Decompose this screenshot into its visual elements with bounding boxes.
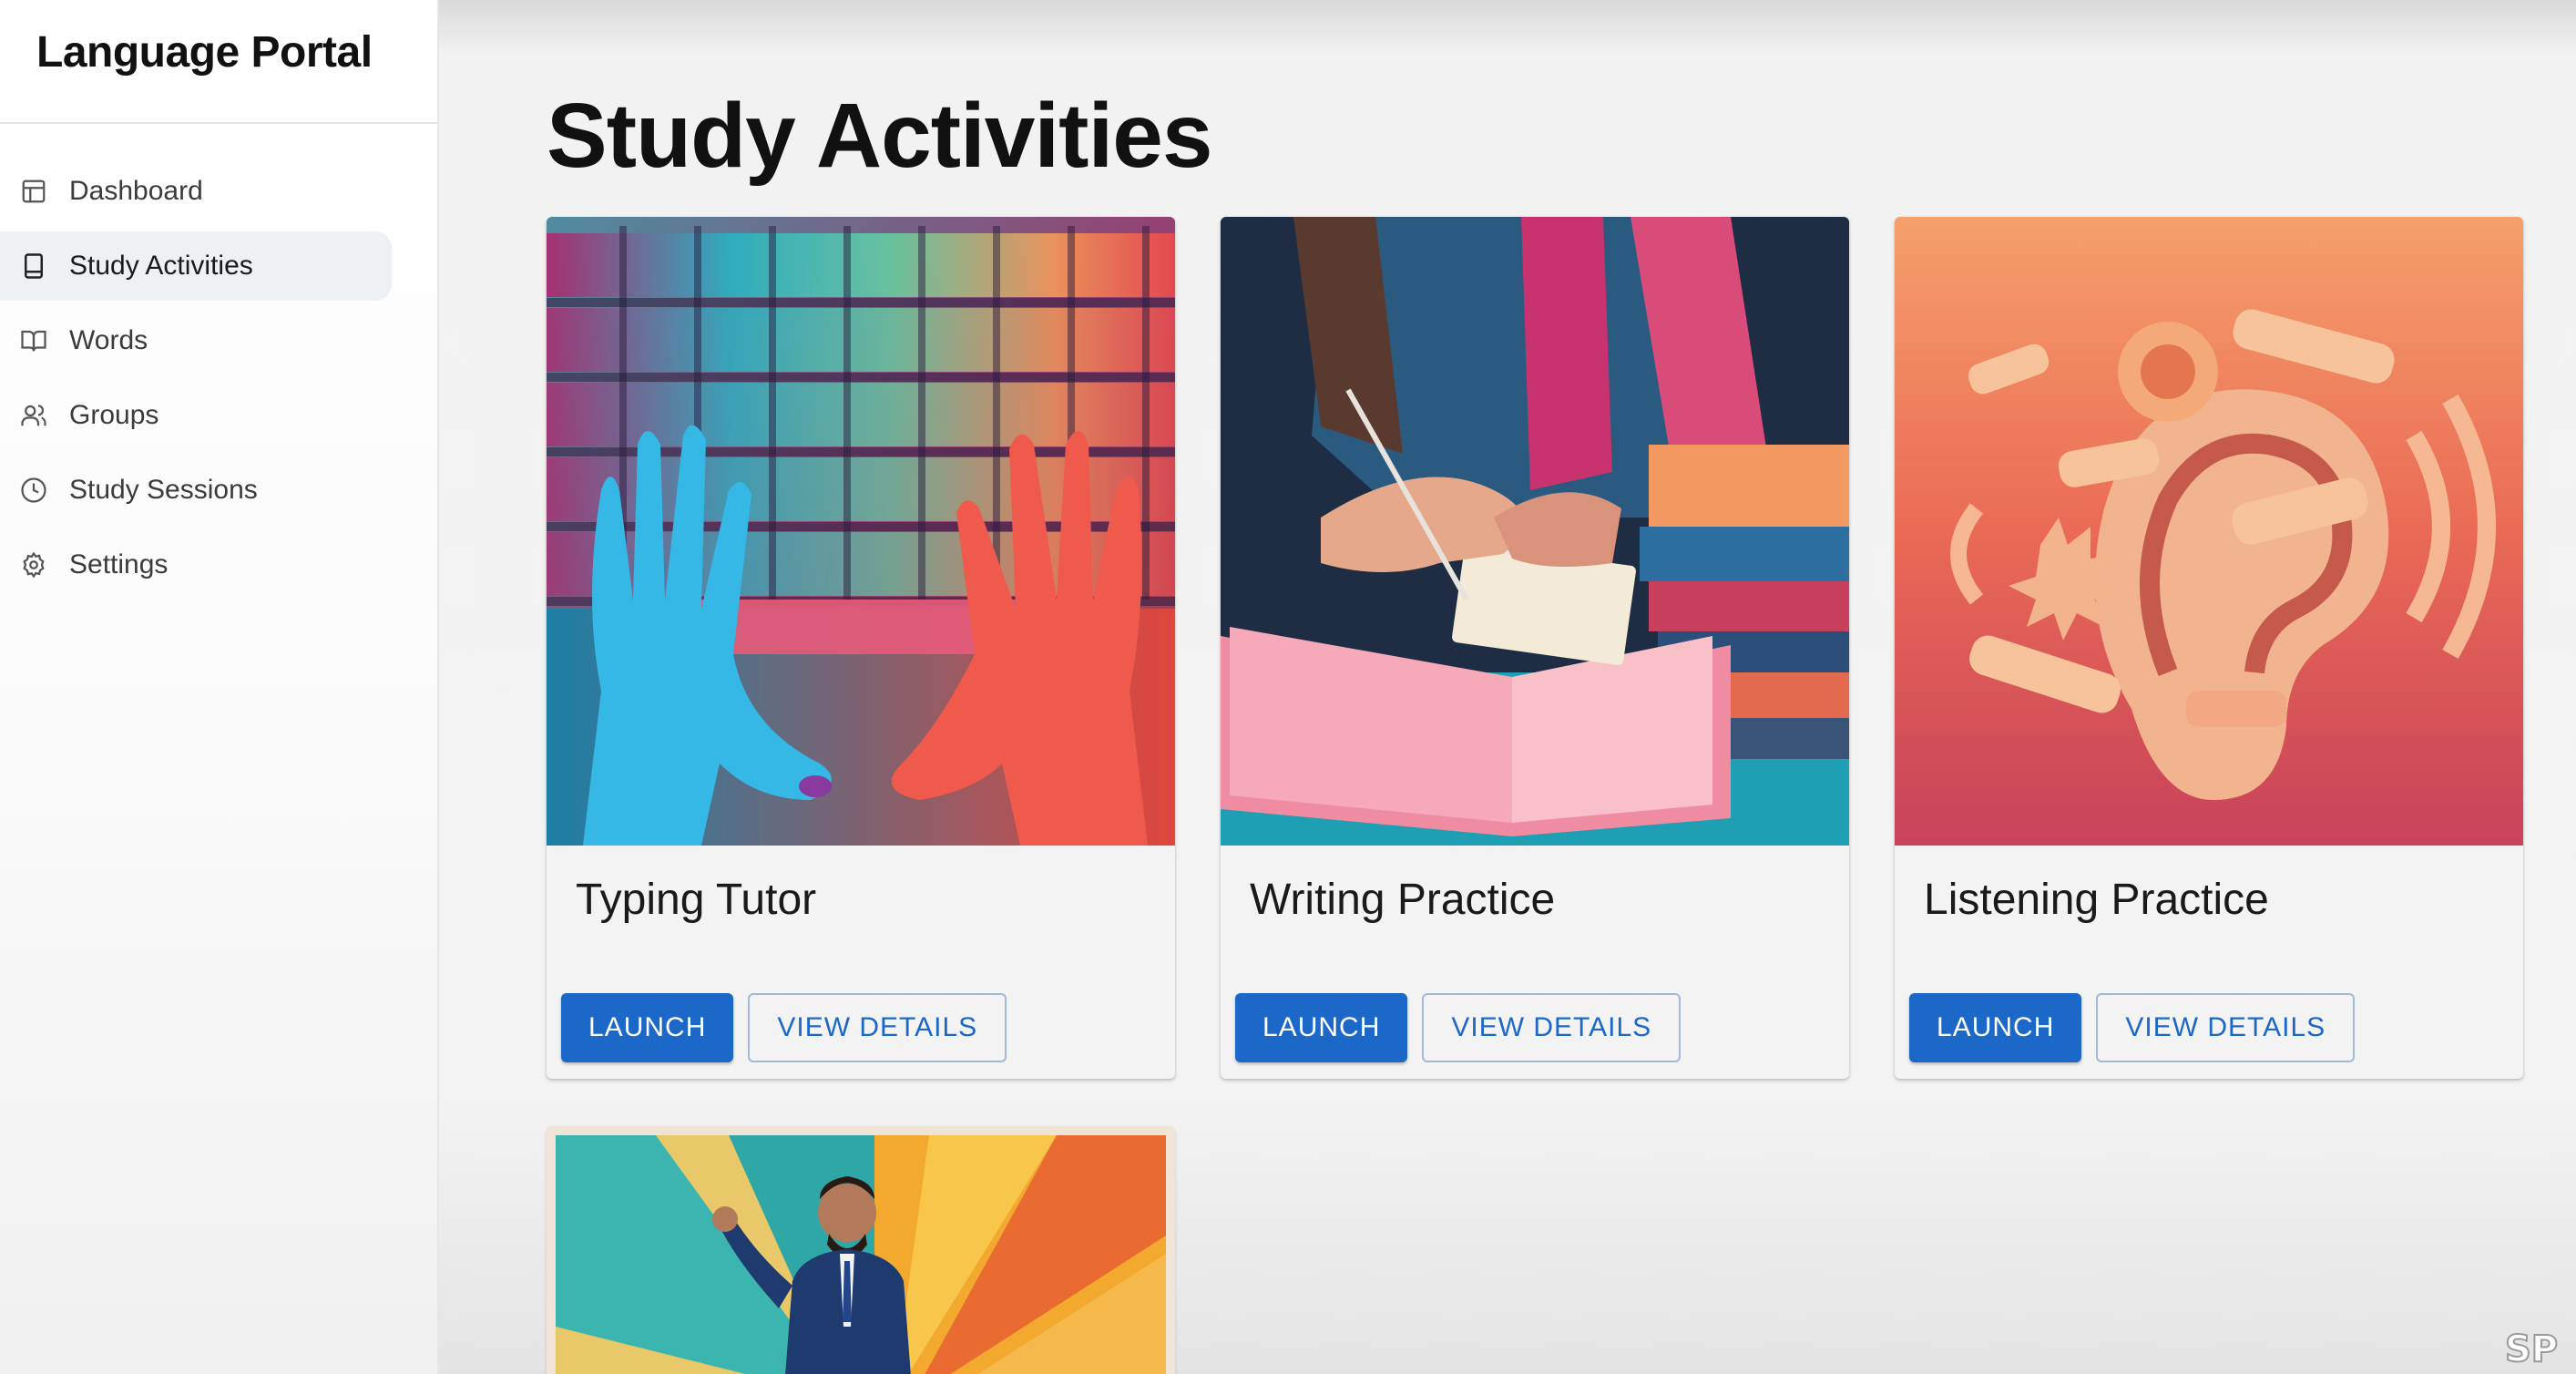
watermark-logo: SP — [2504, 1328, 2559, 1371]
tablet-icon — [20, 252, 47, 280]
sidebar-item-label: Groups — [69, 400, 159, 430]
card-actions: LAUNCH VIEW DETAILS — [1235, 993, 1682, 1062]
sidebar-item-study-sessions[interactable]: Study Sessions — [0, 456, 392, 525]
view-details-button[interactable]: VIEW DETAILS — [1422, 993, 1682, 1062]
card-actions: LAUNCH VIEW DETAILS — [561, 993, 1007, 1062]
sidebar-item-label: Settings — [69, 549, 169, 579]
launch-button[interactable]: LAUNCH — [561, 993, 734, 1062]
card-title: Typing Tutor — [576, 876, 817, 924]
activity-card-listening-practice: Listening Practice LAUNCH VIEW DETAILS — [1895, 217, 2523, 1079]
typing-tutor-image — [547, 217, 1175, 846]
writing-practice-image — [1221, 217, 1849, 846]
sidebar-item-study-activities[interactable]: Study Activities — [0, 231, 392, 301]
sidebar-item-settings[interactable]: Settings — [0, 530, 392, 600]
book-open-icon — [20, 327, 47, 354]
activity-card-writing-practice: Writing Practice LAUNCH VIEW DETAILS — [1221, 217, 1849, 1079]
launch-button[interactable]: LAUNCH — [1909, 993, 2082, 1062]
card-actions: LAUNCH VIEW DETAILS — [1909, 993, 2356, 1062]
activity-card-typing-tutor: Typing Tutor LAUNCH VIEW DETAILS — [547, 217, 1175, 1079]
view-details-button[interactable]: VIEW DETAILS — [748, 993, 1007, 1062]
launch-button[interactable]: LAUNCH — [1235, 993, 1408, 1062]
sidebar-item-words[interactable]: Words — [0, 306, 392, 375]
sidebar-item-label: Dashboard — [69, 176, 203, 206]
sidebar-nav: Dashboard Study Activities Words Groups … — [0, 157, 437, 600]
card-title: Listening Practice — [1924, 876, 2269, 924]
presentation-image — [547, 1126, 1175, 1374]
gear-icon — [20, 551, 47, 579]
activity-card-partial — [547, 1126, 1175, 1374]
app-title[interactable]: Language Portal — [0, 0, 437, 124]
sidebar-item-label: Words — [69, 325, 148, 355]
main-content: Study Activities Typing Tutor LAUNCH VIE… — [547, 0, 2576, 1374]
layout-icon — [20, 178, 47, 205]
clock-icon — [20, 477, 47, 504]
sidebar-item-dashboard[interactable]: Dashboard — [0, 157, 392, 226]
users-icon — [20, 402, 47, 429]
view-details-button[interactable]: VIEW DETAILS — [2096, 993, 2356, 1062]
sidebar-item-label: Study Activities — [69, 251, 253, 281]
sidebar-item-groups[interactable]: Groups — [0, 381, 392, 450]
sidebar-item-label: Study Sessions — [69, 475, 258, 505]
sidebar: Language Portal Dashboard Study Activiti… — [0, 0, 439, 1374]
card-title: Writing Practice — [1250, 876, 1556, 924]
listening-practice-image — [1895, 217, 2523, 846]
page-title: Study Activities — [547, 85, 1212, 187]
